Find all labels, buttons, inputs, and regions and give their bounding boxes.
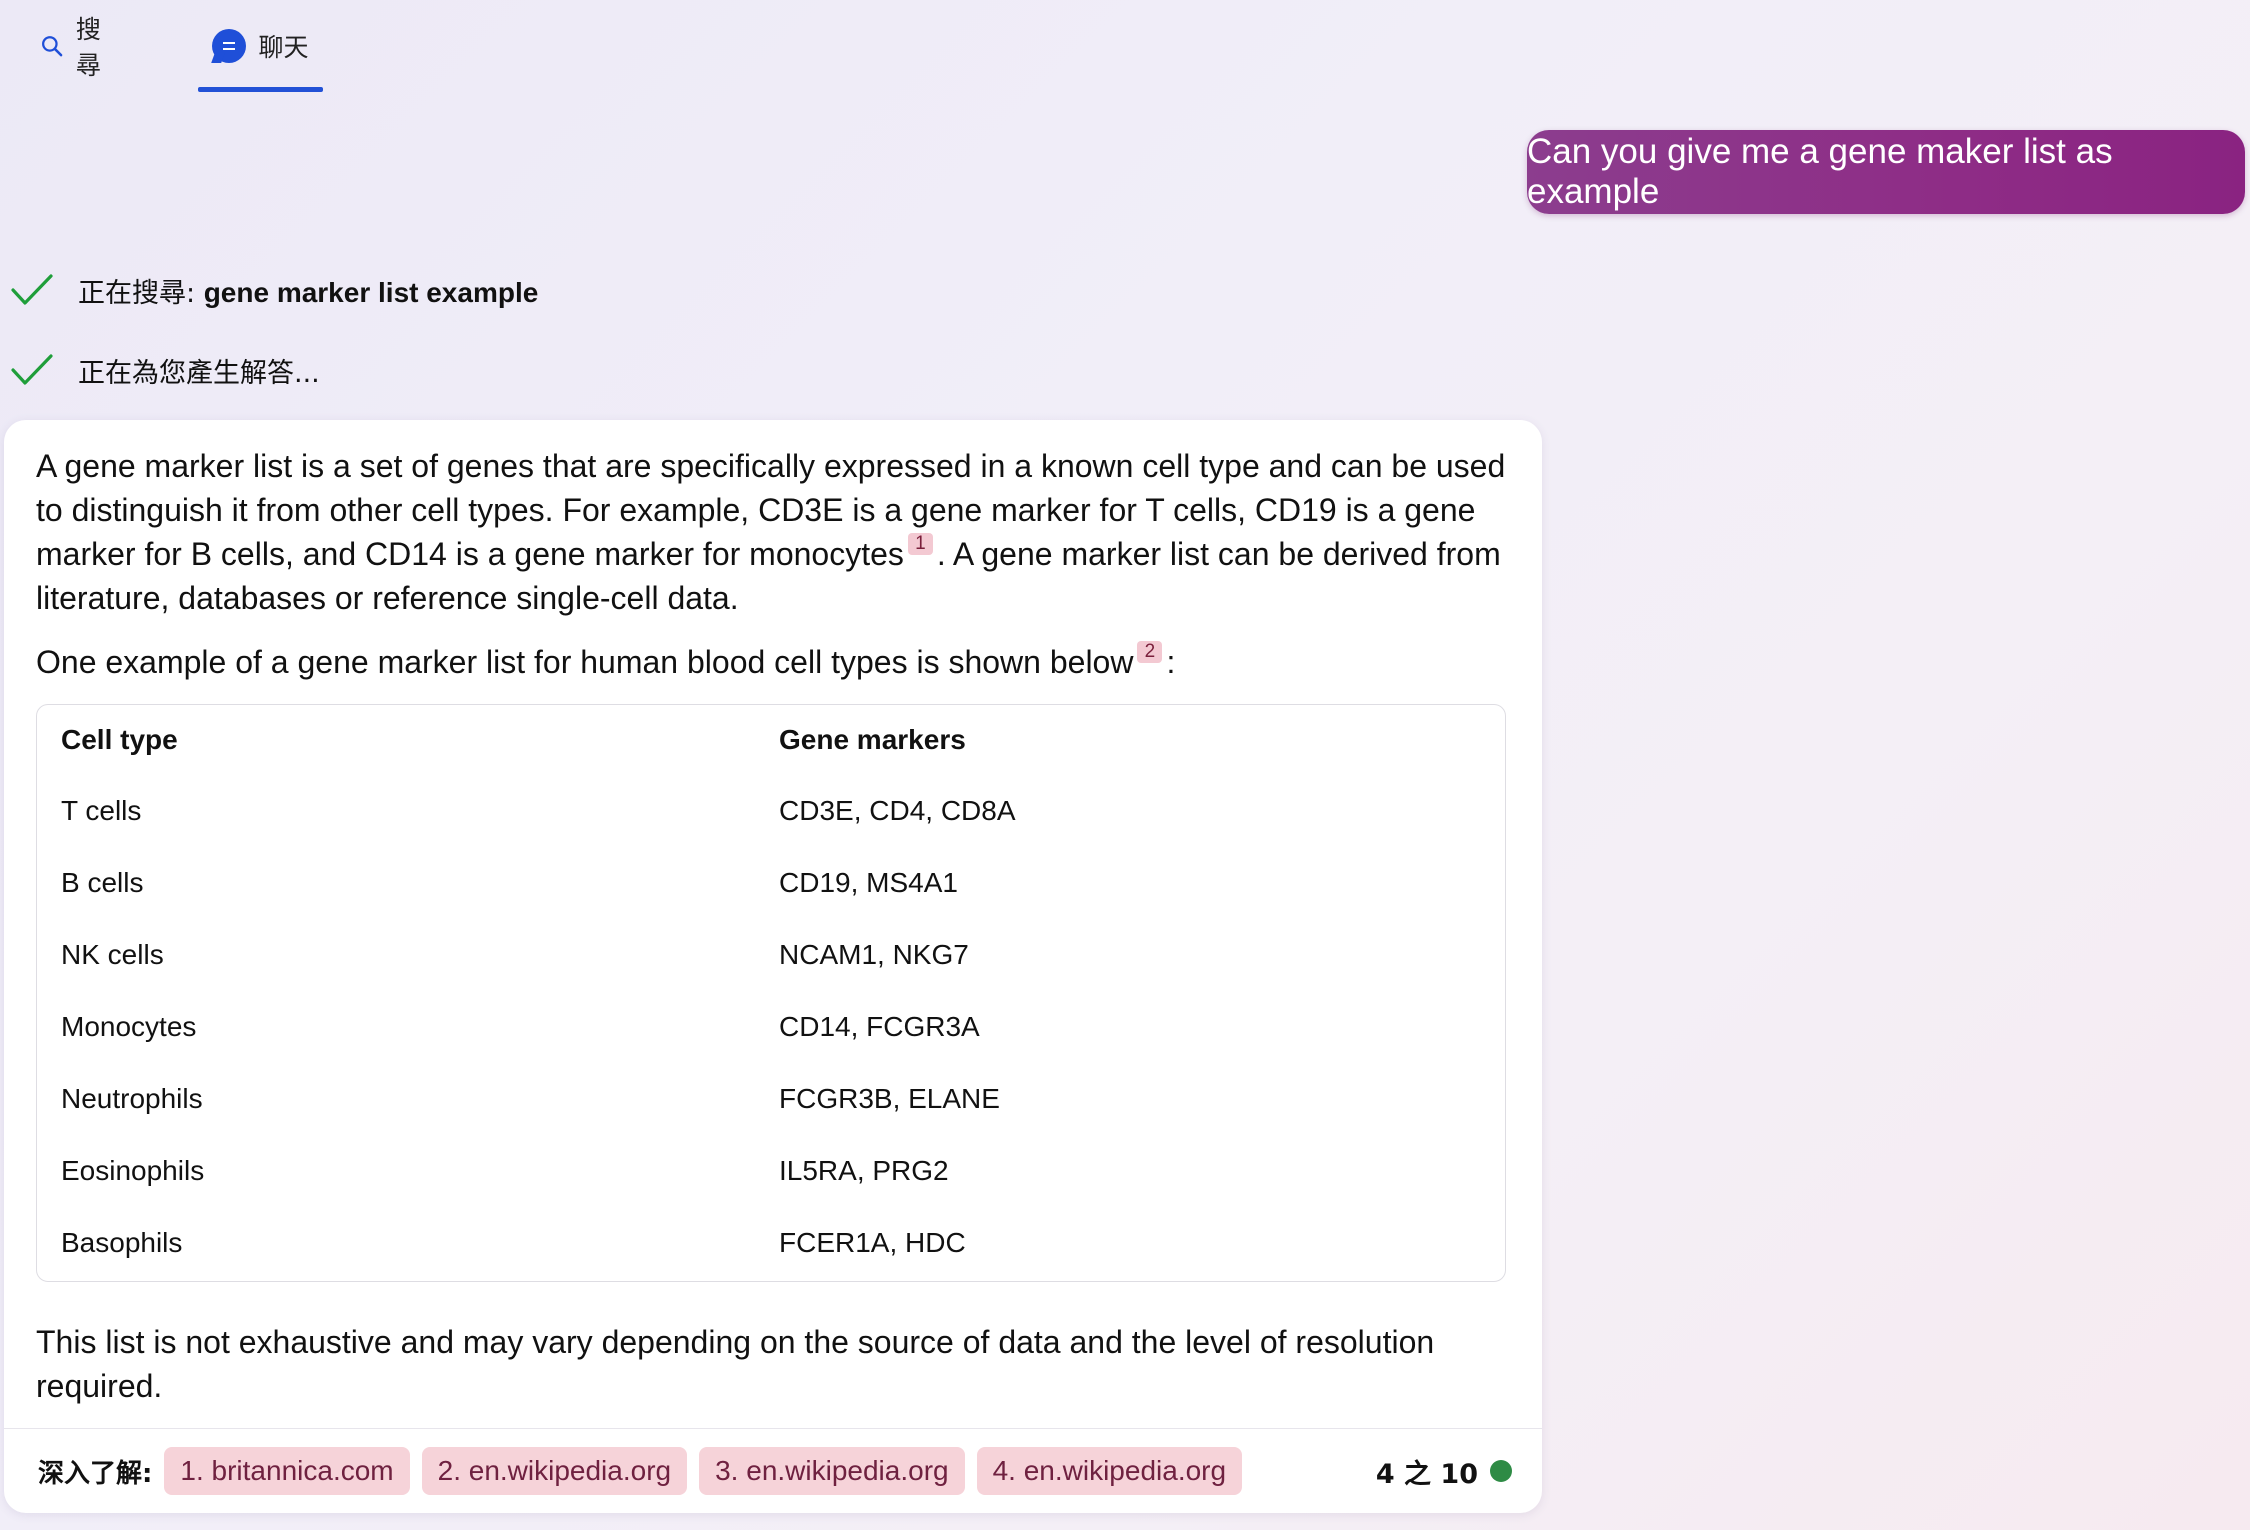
tab-search-label: 搜尋 bbox=[75, 15, 101, 80]
answer-card: A gene marker list is a set of genes tha… bbox=[4, 420, 1542, 1513]
table-row: B cells CD19, MS4A1 bbox=[37, 847, 1505, 919]
table-row: Eosinophils IL5RA, PRG2 bbox=[37, 1135, 1505, 1207]
table-header-cell: Cell type bbox=[61, 724, 178, 755]
user-message-text: Can you give me a gene maker list as exa… bbox=[1527, 132, 2113, 211]
status-generating-text: 正在為您產生解答... bbox=[78, 357, 320, 389]
table-cell: T cells bbox=[61, 795, 142, 826]
table-row: T cells CD3E, CD4, CD8A bbox=[37, 775, 1505, 847]
source-link-1[interactable]: 1. britannica.com bbox=[164, 1447, 410, 1495]
source-link-2[interactable]: 2. en.wikipedia.org bbox=[421, 1447, 688, 1495]
citation-2[interactable]: 2 bbox=[1137, 641, 1163, 664]
table-cell: NK cells bbox=[61, 939, 164, 970]
table-row: Monocytes CD14, FCGR3A bbox=[37, 991, 1505, 1063]
table-row: Basophils FCER1A, HDC bbox=[37, 1207, 1505, 1279]
check-icon bbox=[11, 274, 53, 305]
table-row: NK cells NCAM1, NKG7 bbox=[37, 919, 1505, 991]
gene-marker-table: Cell type Gene markers T cells CD3E, CD4,… bbox=[36, 704, 1506, 1282]
table-cell: NCAM1, NKG7 bbox=[779, 939, 969, 970]
table-header-cell: Gene markers bbox=[779, 724, 966, 755]
status-generating: 正在為您產生解答... bbox=[10, 350, 320, 390]
table-cell: Eosinophils bbox=[61, 1155, 205, 1186]
search-icon bbox=[42, 36, 63, 57]
status-searching-text: 正在搜尋: gene marker list example bbox=[78, 276, 539, 309]
source-link-3[interactable]: 3. en.wikipedia.org bbox=[699, 1447, 965, 1495]
source-link-4[interactable]: 4. en.wikipedia.org bbox=[976, 1447, 1243, 1495]
table-cell: Monocytes bbox=[61, 1011, 197, 1042]
table-cell: B cells bbox=[61, 867, 144, 898]
citation-1[interactable]: 1 bbox=[907, 533, 933, 556]
table-cell: Neutrophils bbox=[61, 1083, 203, 1114]
check-icon bbox=[11, 354, 53, 385]
status-searching: 正在搜尋: gene marker list example bbox=[10, 270, 538, 310]
response-counter: 4 之 10 bbox=[1376, 1452, 1512, 1491]
learn-more-bar: 深入了解: 1. britannica.com 2. en.wikipedia.… bbox=[4, 1428, 1542, 1513]
table-cell: FCGR3B, ELANE bbox=[779, 1083, 1000, 1114]
table-row: Neutrophils FCGR3B, ELANE bbox=[37, 1063, 1505, 1135]
answer-paragraph-3: This list is not exhaustive and may vary… bbox=[36, 1324, 1435, 1404]
table-cell: CD19, MS4A1 bbox=[779, 867, 958, 898]
table-cell: CD3E, CD4, CD8A bbox=[779, 795, 1016, 826]
chat-icon bbox=[212, 29, 247, 63]
answer-paragraph-1: A gene marker list is a set of genes tha… bbox=[36, 448, 1506, 616]
status-dot-icon bbox=[1490, 1460, 1512, 1482]
tab-chat[interactable]: 聊天 bbox=[198, 0, 323, 92]
answer-paragraph-2: One example of a gene marker list for hu… bbox=[36, 641, 1176, 680]
response-counter-text: 4 之 10 bbox=[1375, 1458, 1478, 1490]
tab-search[interactable]: 搜尋 bbox=[40, 0, 111, 92]
search-query: gene marker list example bbox=[203, 276, 539, 308]
table-cell: FCER1A, HDC bbox=[779, 1227, 966, 1258]
active-tab-indicator bbox=[198, 87, 323, 92]
learn-more-label: 深入了解: bbox=[38, 1458, 153, 1489]
table-cell: IL5RA, PRG2 bbox=[779, 1155, 949, 1186]
table-cell: CD14, FCGR3A bbox=[779, 1011, 980, 1042]
table-cell: Basophils bbox=[61, 1227, 183, 1258]
table-header-row: Cell type Gene markers bbox=[37, 705, 1505, 775]
user-message-bubble: Can you give me a gene maker list as exa… bbox=[1527, 130, 2245, 214]
tab-chat-label: 聊天 bbox=[258, 33, 309, 62]
